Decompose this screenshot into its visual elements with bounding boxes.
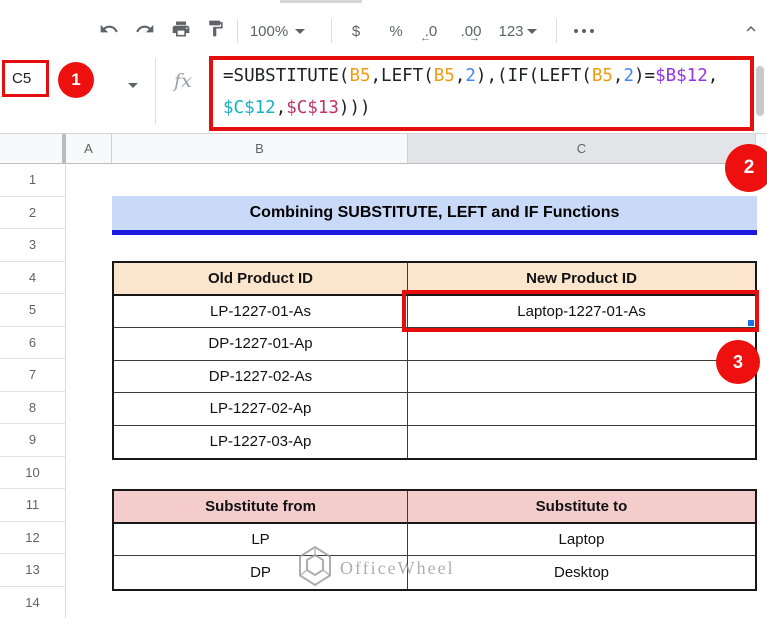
table-cell[interactable]: LP-1227-01-As	[114, 295, 408, 328]
print-button[interactable]	[167, 17, 195, 45]
number-format-button[interactable]: 123	[496, 17, 526, 45]
redo-icon	[135, 19, 155, 44]
substitute-lookup-table: Substitute from Substitute to LP Laptop DP De…	[112, 489, 757, 591]
toolbar-divider	[237, 19, 238, 43]
sheet-title-cell[interactable]: Combining SUBSTITUTE, LEFT and IF Functi…	[112, 196, 757, 235]
table-cell[interactable]	[408, 426, 755, 459]
formula-input[interactable]: =SUBSTITUTE(B5,LEFT(B5,2),(IF(LEFT(B5,2)…	[209, 56, 754, 131]
table-cell[interactable]: DP-1227-02-As	[114, 360, 408, 393]
product-id-table: Old Product ID New Product ID LP-1227-01-A…	[112, 261, 757, 460]
name-box-caret[interactable]	[128, 75, 138, 93]
row-header-8[interactable]: 8	[0, 392, 65, 424]
fill-handle[interactable]	[747, 319, 755, 327]
row-header-14[interactable]: 14	[0, 587, 65, 618]
table-header-cell[interactable]: New Product ID	[408, 263, 755, 296]
number-format-caret[interactable]	[524, 17, 540, 45]
row-header-12[interactable]: 12	[0, 522, 65, 554]
table-cell[interactable]: Desktop	[408, 556, 755, 589]
table-cell[interactable]: LP-1227-03-Ap	[114, 425, 408, 458]
zoom-caret[interactable]	[292, 17, 308, 45]
table-cell[interactable]	[408, 328, 755, 361]
column-header-a[interactable]: A	[66, 134, 112, 163]
format-currency-button[interactable]: $	[344, 17, 368, 45]
row-header-11[interactable]: 11	[0, 489, 65, 522]
row-header-3[interactable]: 3	[0, 229, 65, 262]
collapse-toolbar-button[interactable]	[737, 17, 765, 45]
row-header-13[interactable]: 13	[0, 554, 65, 587]
more-toolbar-button[interactable]	[570, 17, 598, 45]
decrease-decimal-button[interactable]: .0 ←	[418, 17, 444, 45]
table-cell[interactable]: Laptop	[408, 524, 755, 556]
table-cell[interactable]: DP	[114, 556, 408, 589]
spreadsheet-window: 100% $ % .0 ← .00 → 123 C5 1 fx =SUBSTIT…	[0, 0, 767, 618]
row-header-9[interactable]: 9	[0, 424, 65, 457]
window-edge-fragment	[280, 0, 362, 3]
more-icon	[574, 29, 594, 33]
row-header-1[interactable]: 1	[0, 164, 65, 197]
name-box[interactable]: C5	[2, 60, 49, 97]
zoom-select[interactable]: 100%	[247, 17, 291, 45]
arrow-right-icon: →	[469, 32, 480, 44]
formula-line: =SUBSTITUTE(B5,LEFT(B5,2),(IF(LEFT(B5,2)…	[223, 66, 719, 86]
row-header-4[interactable]: 4	[0, 262, 65, 294]
arrow-left-icon: ←	[420, 32, 431, 44]
table-cell[interactable]	[408, 393, 755, 426]
row-header-5[interactable]: 5	[0, 294, 65, 327]
fx-icon: fx	[174, 70, 192, 92]
annotation-badge-3: 3	[716, 340, 760, 384]
formula-bar-scrollbar[interactable]	[756, 66, 764, 116]
column-header-c[interactable]: C	[408, 134, 756, 163]
annotation-badge-2: 2	[725, 144, 767, 192]
column-header-b[interactable]: B	[112, 134, 408, 163]
chevron-down-icon	[295, 28, 305, 34]
table-cell[interactable]	[408, 361, 755, 393]
toolbar-divider	[556, 19, 557, 43]
row-header-2[interactable]: 2	[0, 197, 65, 229]
table-header-cell[interactable]: Old Product ID	[114, 263, 408, 296]
undo-button[interactable]	[95, 17, 123, 45]
row-header-6[interactable]: 6	[0, 327, 65, 359]
chevron-down-icon	[527, 28, 537, 34]
increase-decimal-button[interactable]: .00 →	[455, 17, 487, 45]
toolbar-divider	[331, 19, 332, 43]
column-header-strip: ABC	[0, 133, 767, 164]
annotation-badge-1: 1	[58, 62, 94, 98]
table-cell[interactable]: LP-1227-02-Ap	[114, 393, 408, 426]
chevron-up-icon	[742, 20, 760, 43]
chevron-down-icon	[128, 83, 138, 88]
table-header-cell[interactable]: Substitute to	[408, 491, 755, 524]
table-cell[interactable]: LP	[114, 523, 408, 556]
table-header-cell[interactable]: Substitute from	[114, 491, 408, 524]
paint-format-button[interactable]	[201, 17, 229, 45]
table-cell[interactable]: DP-1227-01-Ap	[114, 328, 408, 361]
row-header-10[interactable]: 10	[0, 457, 65, 489]
row-header-7[interactable]: 7	[0, 359, 65, 392]
formula-line: $C$12,$C$13)))	[223, 98, 371, 118]
formula-bar-divider	[155, 58, 156, 124]
table-cell[interactable]: Laptop-1227-01-As	[408, 296, 755, 328]
redo-button[interactable]	[131, 17, 159, 45]
paint-format-icon	[206, 19, 225, 43]
undo-icon	[99, 19, 119, 44]
row-header-column: 1 2 3 4 5 6 7 8 9 10 11 12 13 14	[0, 164, 66, 618]
format-percent-button[interactable]: %	[384, 17, 408, 45]
print-icon	[171, 19, 191, 44]
